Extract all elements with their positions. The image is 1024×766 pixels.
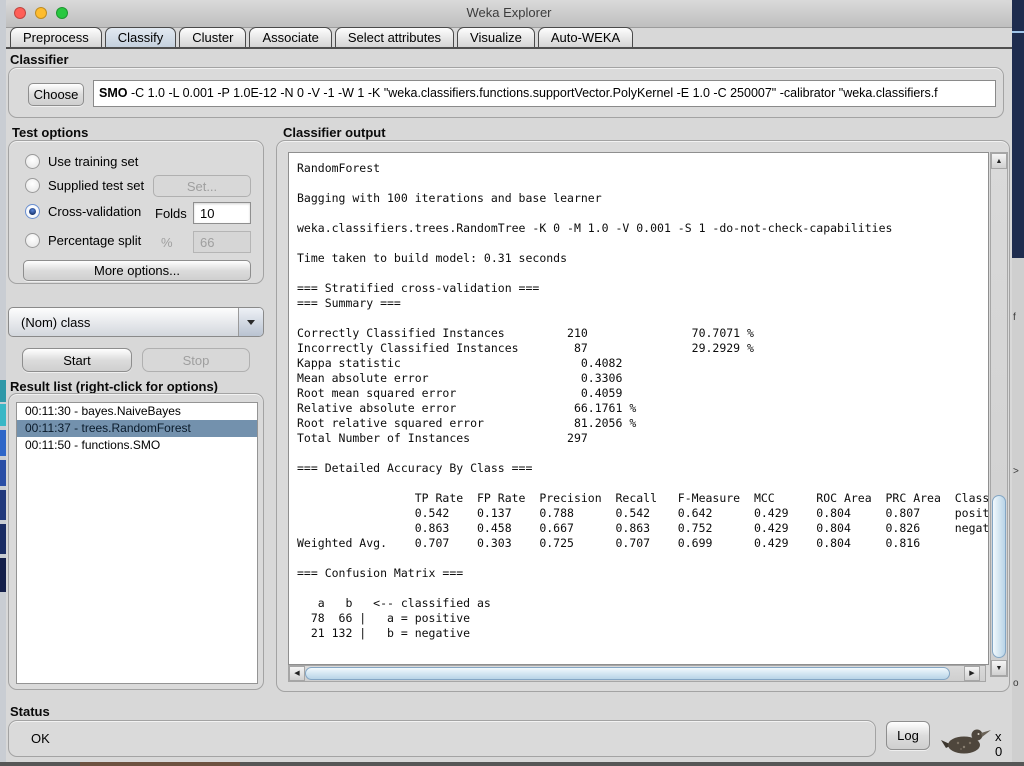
classifier-output-text: RandomForest Bagging with 100 iterations…	[289, 153, 988, 641]
percent-input[interactable]	[193, 231, 251, 253]
result-list-label: Result list (right-click for options)	[10, 379, 218, 394]
combo-arrow-cap[interactable]	[238, 308, 263, 336]
vertical-scrollbar-thumb[interactable]	[992, 495, 1006, 658]
tab-classify[interactable]: Classify	[105, 27, 177, 48]
title-bar[interactable]: Weka Explorer	[6, 0, 1012, 28]
vertical-scrollbar[interactable]: ▲ ▼	[990, 152, 1008, 677]
tab-select-attributes[interactable]: Select attributes	[335, 27, 454, 48]
scroll-left-icon[interactable]: ◀	[289, 666, 305, 681]
tab-cluster[interactable]: Cluster	[179, 27, 246, 48]
scroll-right-icon[interactable]: ▶	[964, 666, 980, 681]
classifier-output-text-area[interactable]: RandomForest Bagging with 100 iterations…	[288, 152, 989, 665]
result-item-randomforest[interactable]: 00:11:37 - trees.RandomForest	[17, 420, 257, 437]
background-window-right-edge: f > o	[1012, 0, 1024, 766]
cross-validation-radio[interactable]	[25, 204, 40, 219]
stop-button[interactable]: Stop	[142, 348, 250, 372]
horizontal-scrollbar[interactable]: ◀ ▶	[288, 665, 986, 682]
class-attribute-combo[interactable]: (Nom) class	[8, 307, 264, 337]
classifier-command-field[interactable]: SMO -C 1.0 -L 0.001 -P 1.0E-12 -N 0 -V -…	[93, 80, 996, 107]
supplied-test-set-label: Supplied test set	[48, 178, 144, 193]
use-training-set-label: Use training set	[48, 154, 138, 169]
result-item-naivebayes[interactable]: 00:11:30 - bayes.NaiveBayes	[17, 403, 257, 420]
use-training-set-radio[interactable]	[25, 154, 40, 169]
background-bottom-edge	[0, 762, 1024, 766]
scroll-down-icon[interactable]: ▼	[991, 660, 1007, 676]
class-attribute-value: (Nom) class	[9, 315, 238, 330]
weka-explorer-window: Weka Explorer Preprocess Classify Cluste…	[6, 0, 1012, 762]
log-button[interactable]: Log	[886, 721, 930, 750]
more-options-button[interactable]: More options...	[23, 260, 251, 281]
weka-bird-icon	[940, 722, 992, 756]
result-list-panel: 00:11:30 - bayes.NaiveBayes 00:11:37 - t…	[8, 393, 264, 690]
weka-bird-counter: x 0	[995, 729, 1012, 759]
tab-preprocess[interactable]: Preprocess	[10, 27, 102, 48]
chevron-down-icon	[247, 320, 255, 325]
classifier-panel: Choose SMO -C 1.0 -L 0.001 -P 1.0E-12 -N…	[8, 67, 1004, 118]
test-options-label: Test options	[12, 125, 88, 140]
zoom-icon[interactable]	[56, 7, 68, 19]
tab-auto-weka[interactable]: Auto-WEKA	[538, 27, 633, 48]
status-section-label: Status	[10, 704, 50, 719]
supplied-test-set-radio[interactable]	[25, 178, 40, 193]
percent-label: %	[161, 235, 173, 250]
status-value: OK	[31, 731, 50, 746]
percentage-split-label: Percentage split	[48, 233, 141, 248]
result-list-box[interactable]: 00:11:30 - bayes.NaiveBayes 00:11:37 - t…	[16, 402, 258, 684]
close-icon[interactable]	[14, 7, 26, 19]
weka-explorer-screen: f > o Weka Explorer Preprocess Classify …	[0, 0, 1024, 766]
folds-label: Folds	[155, 206, 187, 221]
classifier-name: SMO	[99, 86, 127, 100]
classifier-options: -C 1.0 -L 0.001 -P 1.0E-12 -N 0 -V -1 -W…	[127, 86, 937, 100]
start-button[interactable]: Start	[22, 348, 132, 372]
classifier-section-label: Classifier	[10, 52, 69, 67]
status-panel: OK	[8, 720, 876, 757]
classifier-output-panel: RandomForest Bagging with 100 iterations…	[276, 140, 1010, 692]
window-title: Weka Explorer	[6, 0, 1012, 26]
choose-button[interactable]: Choose	[28, 83, 84, 106]
cross-validation-label: Cross-validation	[48, 204, 141, 219]
tab-divider	[6, 47, 1012, 49]
horizontal-scrollbar-thumb[interactable]	[305, 667, 950, 680]
test-options-panel: Use training set Supplied test set Set..…	[8, 140, 264, 284]
percentage-split-radio[interactable]	[25, 233, 40, 248]
tab-bar: Preprocess Classify Cluster Associate Se…	[10, 28, 633, 48]
result-item-smo[interactable]: 00:11:50 - functions.SMO	[17, 437, 257, 454]
folds-input[interactable]	[193, 202, 251, 224]
classifier-output-label: Classifier output	[283, 125, 386, 140]
minimize-icon[interactable]	[35, 7, 47, 19]
tab-visualize[interactable]: Visualize	[457, 27, 535, 48]
set-button[interactable]: Set...	[153, 175, 251, 197]
scroll-up-icon[interactable]: ▲	[991, 153, 1007, 169]
tab-associate[interactable]: Associate	[249, 27, 331, 48]
